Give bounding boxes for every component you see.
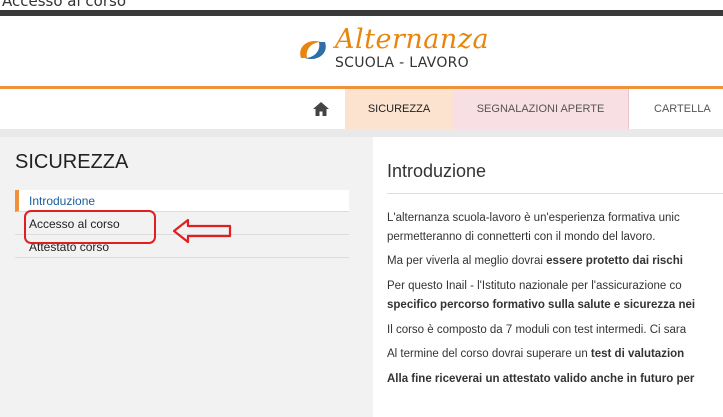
paragraph-3-line-2: specifico percorso formativo sulla salut…: [387, 299, 723, 311]
paragraph-2-bold: essere protetto dai rischi: [546, 255, 683, 267]
paragraph-6: Alla fine riceverai un attestato valido …: [387, 373, 723, 385]
top-bar: [0, 10, 723, 16]
paragraph-6-bold: Alla fine riceverai un attestato valido …: [387, 373, 695, 385]
paragraph-1-line-1: L'alternanza scuola-lavoro è un'esperien…: [387, 212, 680, 224]
page-title: Introduzione: [387, 161, 487, 181]
logo-script: Alternanza: [335, 24, 490, 55]
paragraph-2-text: Ma per viverla al meglio dovrai: [387, 255, 547, 267]
sidebar-item-introduzione[interactable]: Introduzione: [15, 190, 349, 212]
title-divider: [387, 193, 723, 194]
paragraph-3-bold: specifico percorso formativo sulla salut…: [387, 299, 696, 311]
sidebar: SICUREZZA Introduzione Accesso al corso …: [0, 137, 362, 417]
paragraph-4: Il corso è composto da 7 moduli con test…: [387, 324, 687, 336]
paragraph-2: Ma per viverla al meglio dovrai essere p…: [387, 255, 723, 267]
paragraph-5: Al termine del corso dovrai superare un …: [387, 348, 723, 360]
annotation-highlight-box: [24, 210, 156, 244]
paragraph-1-line-2: permetteranno di connetterti con il mond…: [387, 231, 656, 243]
paragraph-3-line-1: Per questo Inail - l'Istituto nazionale …: [387, 280, 682, 292]
nav-shadow-band: [0, 129, 723, 137]
tab-cartella[interactable]: CARTELLA: [629, 89, 723, 129]
logo-subtitle: SCUOLA - LAVORO: [335, 55, 469, 71]
sidebar-title: SICUREZZA: [15, 151, 129, 173]
site-logo[interactable]: Alternanza SCUOLA - LAVORO: [295, 24, 535, 78]
tab-segnalazioni-aperte[interactable]: SEGNALAZIONI APERTE: [453, 89, 629, 129]
tab-sicurezza[interactable]: SICUREZZA: [345, 89, 453, 129]
window-title-strip: Accesso al corso: [0, 0, 723, 10]
main-panel: Introduzione L'alternanza scuola-lavoro …: [373, 137, 723, 417]
window-title: Accesso al corso: [2, 0, 127, 10]
main-nav: SICUREZZA SEGNALAZIONI APERTE CARTELLA: [0, 89, 723, 129]
paragraph-5-bold: test di valutazion: [590, 348, 685, 360]
content-area: SICUREZZA Introduzione Accesso al corso …: [0, 137, 723, 417]
paragraph-5-text: Al termine del corso dovrai superare un: [387, 348, 591, 360]
home-button[interactable]: [300, 89, 342, 129]
home-icon: [313, 102, 329, 116]
annotation-arrow-icon: [172, 218, 232, 244]
logo-swirl-icon: [300, 40, 326, 60]
